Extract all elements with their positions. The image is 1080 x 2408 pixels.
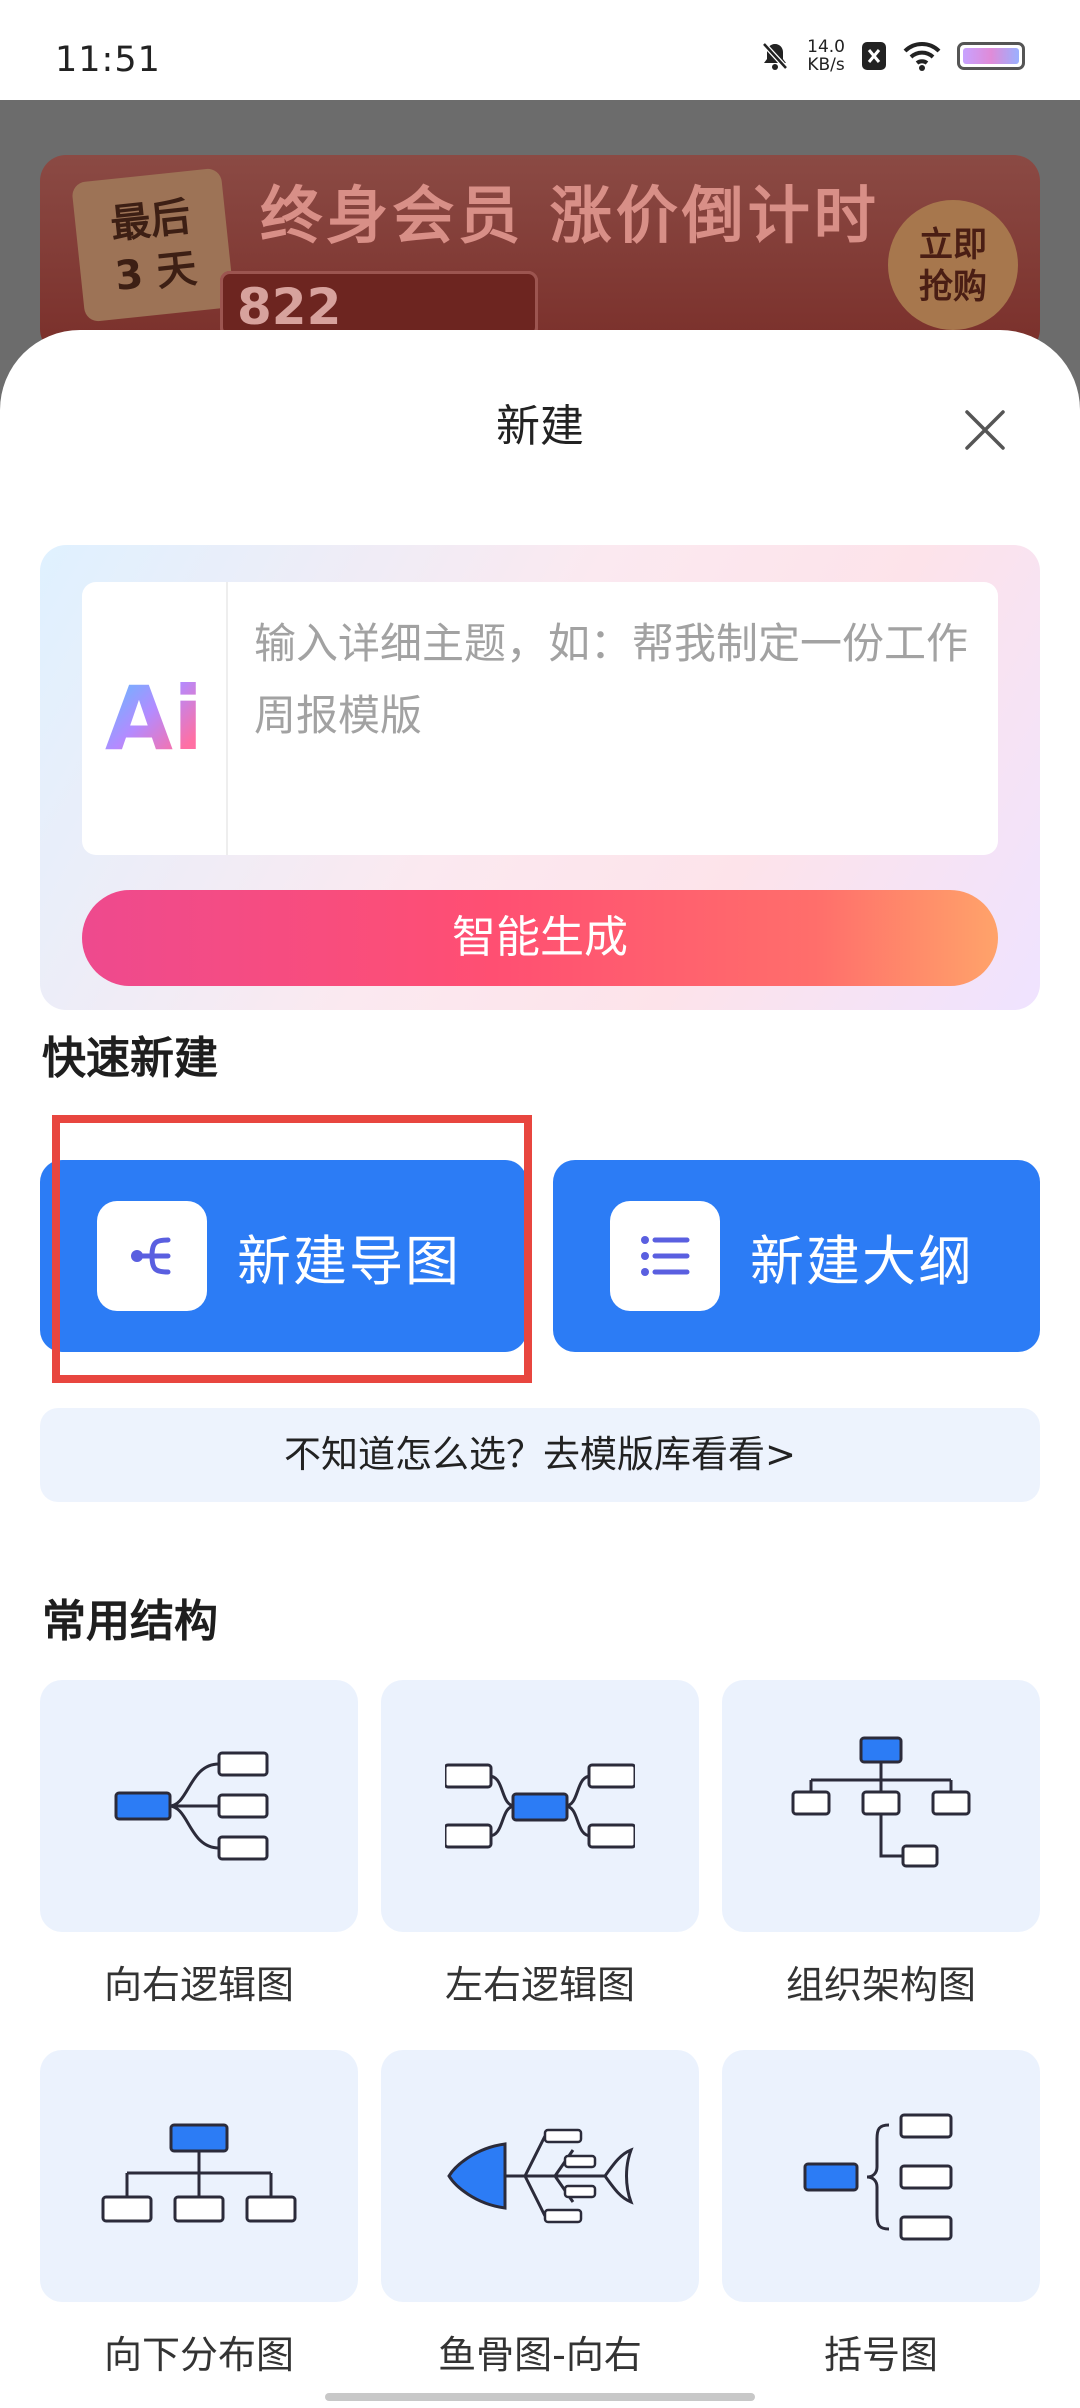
sheet-title: 新建 (496, 401, 584, 452)
mute-bell-icon (762, 42, 788, 70)
new-mindmap-button[interactable]: 新建导图 (40, 1160, 527, 1352)
structure-item-left-right-logic[interactable]: 左右逻辑图 (381, 1680, 699, 2009)
left-right-logic-diagram-icon (381, 1680, 699, 1932)
mindmap-icon (97, 1201, 207, 1311)
structure-label: 左右逻辑图 (444, 1963, 635, 2007)
fishbone-right-icon (381, 2050, 699, 2302)
promo-overlay-area: 最后3 天 终身会员 涨价倒计时 02: 12: 08: 30: 822 立即抢… (0, 100, 1080, 360)
right-logic-diagram-icon (40, 1680, 358, 1932)
ai-input-box: Ai (82, 582, 998, 855)
close-icon[interactable] (955, 400, 1015, 460)
new-outline-button[interactable]: 新建大纲 (553, 1160, 1040, 1352)
structure-label: 鱼骨图-向右 (438, 2333, 642, 2377)
new-outline-label: 新建大纲 (750, 1229, 974, 1293)
battery-icon (957, 42, 1025, 70)
structure-item-downward[interactable]: 向下分布图 (40, 2050, 358, 2379)
status-icons: 14.0 KB/s (759, 38, 1025, 74)
structure-label: 向右逻辑图 (103, 1963, 294, 2007)
promo-buy-button[interactable]: 立即 抢购 (888, 200, 1018, 330)
no-sim-icon (862, 42, 886, 70)
network-speed: 14.0 KB/s (807, 37, 845, 75)
structure-item-right-logic[interactable]: 向右逻辑图 (40, 1680, 358, 2009)
new-mindmap-label: 新建导图 (237, 1229, 461, 1293)
home-indicator[interactable] (325, 2393, 755, 2401)
org-chart-icon (722, 1680, 1040, 1932)
structure-item-bracket[interactable]: 括号图 (722, 2050, 1040, 2379)
bracket-diagram-icon (722, 2050, 1040, 2302)
smart-generate-button[interactable]: 智能生成 (82, 890, 998, 986)
promo-title: 终身会员 涨价倒计时 (260, 179, 880, 252)
structure-label: 组织架构图 (785, 1963, 976, 2007)
new-sheet: 新建 Ai 智能生成 快速新建 新建导图 新建大纲 不知道怎么选？去模版库看看>… (0, 330, 1080, 2408)
wifi-icon (903, 41, 941, 71)
status-time: 11:51 (55, 40, 161, 80)
promo-banner[interactable]: 最后3 天 终身会员 涨价倒计时 02: 12: 08: 30: 822 立即抢… (40, 155, 1040, 355)
structure-item-org-chart[interactable]: 组织架构图 (722, 1680, 1040, 2009)
structure-item-fishbone[interactable]: 鱼骨图-向右 (381, 2050, 699, 2379)
ai-logo-wrap: Ai (82, 582, 228, 855)
promo-countdown: 02: 12: 08: 30: 822 (220, 271, 538, 337)
ai-generate-card: Ai 智能生成 (40, 545, 1040, 1010)
quick-create-title: 快速新建 (42, 1033, 218, 1084)
common-structures-title: 常用结构 (42, 1596, 218, 1647)
ai-logo-icon: Ai (104, 667, 204, 770)
countdown-cell: 822 (220, 271, 538, 337)
status-bar: 11:51 14.0 KB/s (0, 0, 1080, 100)
outline-list-icon (610, 1201, 720, 1311)
downward-tree-icon (40, 2050, 358, 2302)
structure-label: 括号图 (823, 2333, 938, 2377)
template-library-link[interactable]: 不知道怎么选？去模版库看看> (40, 1408, 1040, 1502)
structure-label: 向下分布图 (103, 2333, 294, 2377)
ai-topic-input[interactable] (228, 582, 998, 855)
